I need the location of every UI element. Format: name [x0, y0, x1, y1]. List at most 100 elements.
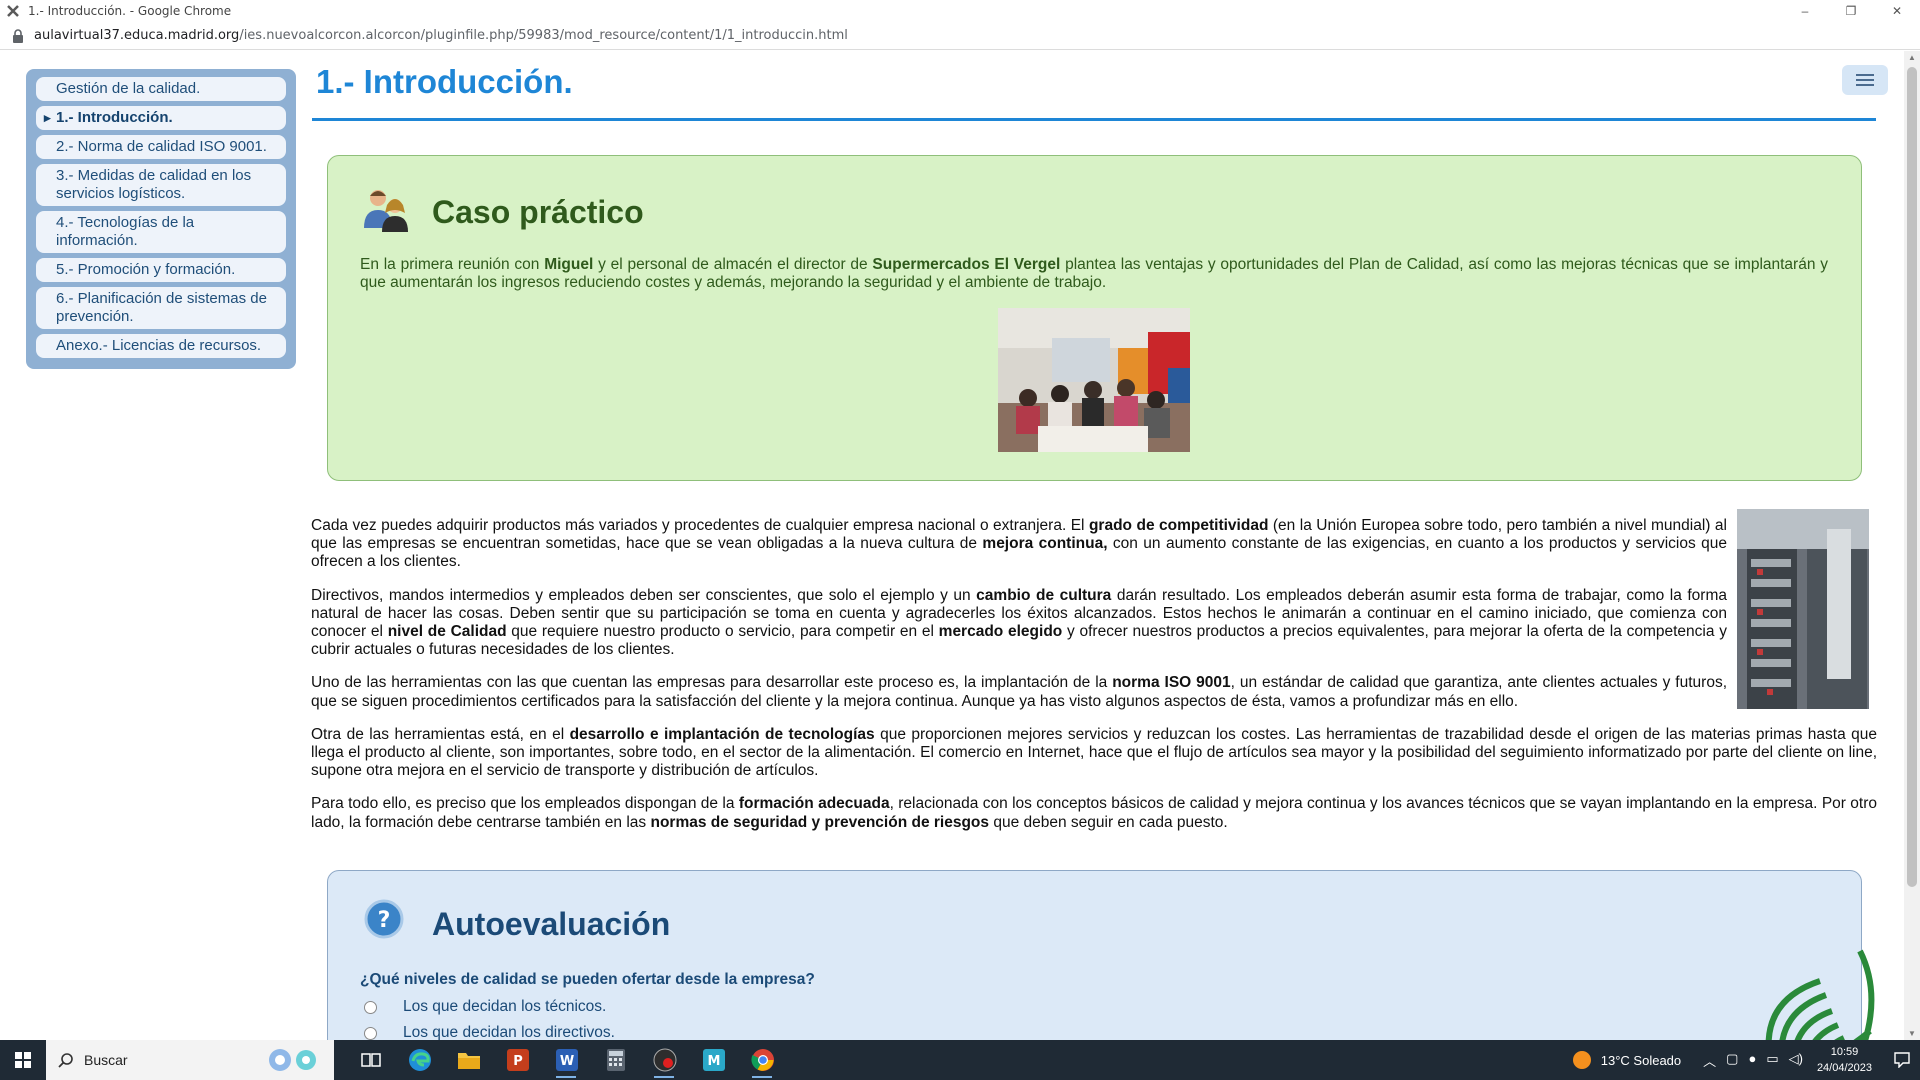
bold-run: Supermercados El Vergel [872, 256, 1061, 273]
title-divider [312, 118, 1876, 121]
bold-run: cambio de cultura [976, 586, 1112, 604]
tray-icons: ︿ ▢ ● ▭ ◁) [1703, 1051, 1803, 1070]
sidebar-item-planificacion[interactable]: 6.- Planificación de sistemas de prevenc… [36, 287, 286, 329]
svg-text:P: P [513, 1054, 523, 1069]
option-directivos[interactable]: Los que decidan los directivos. [364, 1024, 615, 1040]
taskbar-search[interactable]: Buscar [46, 1040, 334, 1080]
sidebar-item-tecnologias[interactable]: 4.- Tecnologías de la información. [36, 211, 286, 253]
network-icon[interactable]: ▭ [1766, 1051, 1778, 1070]
paragraph: Directivos, mandos intermedios y emplead… [311, 587, 1727, 660]
calculator-button[interactable] [591, 1040, 640, 1080]
bold-run: formación adecuada [738, 795, 890, 813]
text-run: Uno de las herramientas con las que cuen… [311, 674, 1113, 692]
weather-widget[interactable]: 13°C Soleado [1572, 1051, 1682, 1069]
people-icon [364, 190, 408, 232]
weather-text: 13°C Soleado [1600, 1052, 1682, 1068]
option-label: Los que decidan los directivos. [403, 1024, 615, 1040]
minimize-button[interactable]: – [1782, 0, 1828, 22]
recorder-button[interactable] [640, 1040, 689, 1080]
paragraph: Otra de las herramientas está, en el des… [311, 726, 1877, 781]
windows-taskbar: Buscar P W M 13°C Soleado ︿ ▢ ● ▭ ◁) 10:… [0, 1040, 1920, 1080]
file-explorer-button[interactable] [444, 1040, 493, 1080]
edge-icon [408, 1049, 431, 1071]
calculator-icon [606, 1049, 625, 1071]
record-icon [653, 1048, 676, 1072]
window-controls: – ❐ ✕ [1782, 0, 1920, 22]
sidebar-item-gestion[interactable]: Gestión de la calidad. [36, 77, 286, 101]
radio-button[interactable] [364, 1026, 377, 1040]
chevron-up-icon[interactable]: ︿ [1703, 1051, 1716, 1070]
notification-icon [1894, 1052, 1910, 1068]
autoevaluacion-box: ? Autoevaluación ¿Qué niveles de calidad… [327, 870, 1862, 1040]
edge-button[interactable] [395, 1040, 444, 1080]
sidebar-item-anexo[interactable]: Anexo.- Licencias de recursos. [36, 334, 286, 358]
svg-text:?: ? [378, 908, 391, 933]
chrome-icon [750, 1049, 774, 1071]
paragraph: Cada vez puedes adquirir productos más v… [311, 517, 1727, 572]
svg-text:M: M [707, 1054, 720, 1069]
sidebar-item-promocion[interactable]: 5.- Promoción y formación. [36, 258, 286, 282]
restore-button[interactable]: ❐ [1828, 0, 1874, 22]
word-button[interactable]: W [542, 1040, 591, 1080]
caso-practico-box: Caso práctico En la primera reunión con … [327, 155, 1862, 481]
text-run: Directivos, mandos intermedios y emplead… [311, 586, 977, 604]
search-highlight-icon [269, 1049, 316, 1071]
option-tecnicos[interactable]: Los que decidan los técnicos. [364, 998, 606, 1016]
text-run: y el personal de almacén el director de [593, 256, 873, 273]
scrollbar-thumb[interactable] [1907, 67, 1917, 887]
scroll-up-arrow-icon[interactable]: ▲ [1908, 53, 1916, 62]
close-button[interactable]: ✕ [1874, 0, 1920, 22]
search-icon [58, 1053, 73, 1068]
window-title: 1.- Introducción. - Google Chrome [28, 4, 232, 18]
text-run: Cada vez puedes adquirir productos más v… [311, 517, 1089, 534]
text-run: En la primera reunión con [360, 256, 545, 273]
warehouse-photo [1737, 509, 1869, 709]
caso-heading: Caso práctico [432, 194, 644, 230]
moodle-app-button[interactable]: M [689, 1040, 738, 1080]
taskbar-clock[interactable]: 10:59 24/04/2023 [1817, 1044, 1872, 1076]
menu-line [1856, 74, 1874, 76]
bold-run: Miguel [544, 256, 594, 273]
powerpoint-icon: P [506, 1049, 529, 1071]
text-run: Otra de las herramientas está, en el [311, 725, 570, 743]
task-view-button[interactable] [346, 1040, 395, 1080]
clock-date: 24/04/2023 [1816, 1062, 1872, 1074]
display-icon[interactable]: ▢ [1726, 1051, 1738, 1070]
m-app-icon: M [702, 1049, 725, 1071]
address-bar[interactable]: aulavirtual37.educa.madrid.org/ies.nuevo… [0, 22, 1920, 50]
sidebar-item-iso9001[interactable]: 2.- Norma de calidad ISO 9001. [36, 135, 286, 159]
word-icon: W [555, 1049, 578, 1071]
scroll-down-arrow-icon[interactable]: ▼ [1908, 1029, 1916, 1038]
sidebar-nav: Gestión de la calidad. 1.- Introducción.… [26, 69, 296, 369]
menu-line [1856, 84, 1874, 86]
auto-question: ¿Qué niveles de calidad se pueden oferta… [360, 971, 815, 988]
auto-heading: Autoevaluación [432, 906, 671, 942]
bold-run: nivel de Calidad [387, 623, 507, 641]
page-viewport: Gestión de la calidad. 1.- Introducción.… [0, 51, 1904, 1040]
vertical-scrollbar[interactable]: ▲ ▼ [1904, 51, 1920, 1040]
volume-icon[interactable]: ◁) [1789, 1051, 1803, 1070]
chrome-button[interactable] [738, 1040, 787, 1080]
clock-time: 10:59 [1830, 1046, 1859, 1058]
url-text[interactable]: aulavirtual37.educa.madrid.org/ies.nuevo… [34, 28, 848, 43]
powerpoint-button[interactable]: P [493, 1040, 542, 1080]
radio-button[interactable] [364, 1000, 377, 1014]
bold-run: mercado elegido [938, 623, 1063, 641]
notifications-button[interactable] [1884, 1040, 1920, 1080]
windows-icon [15, 1052, 31, 1068]
text-run: que requiere nuestro producto o servicio… [506, 623, 939, 641]
hamburger-menu-button[interactable] [1842, 65, 1888, 95]
bold-run: norma ISO 9001 [1112, 674, 1231, 692]
bold-run: grado de competitividad [1088, 517, 1269, 534]
search-label: Buscar [84, 1052, 128, 1068]
folder-icon [457, 1053, 480, 1069]
start-button[interactable] [0, 1040, 46, 1080]
sidebar-item-medidas[interactable]: 3.- Medidas de calidad en los servicios … [36, 164, 286, 206]
lock-icon [13, 28, 23, 43]
option-label: Los que decidan los técnicos. [403, 998, 607, 1015]
page-title: 1.- Introducción. [316, 63, 573, 100]
microphone-icon[interactable]: ● [1748, 1051, 1756, 1070]
sidebar-item-introduccion[interactable]: 1.- Introducción. [36, 106, 286, 130]
bold-run: normas de seguridad y prevención de ries… [650, 813, 990, 831]
text-run: Para todo ello, es preciso que los emple… [311, 795, 739, 813]
